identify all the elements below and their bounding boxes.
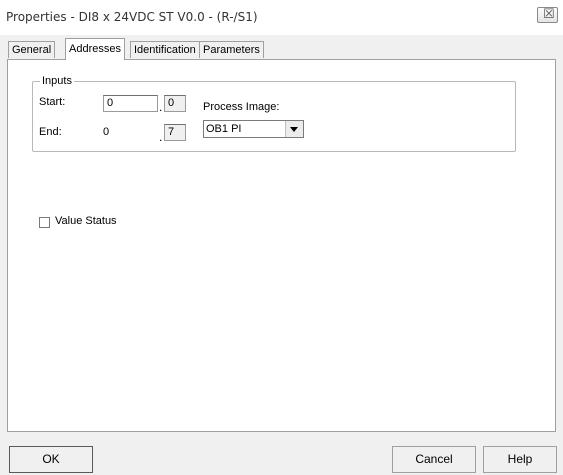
tab-parameters[interactable]: Parameters (199, 41, 264, 58)
end-byte-value: 0 (103, 126, 110, 138)
dropdown-arrow-icon[interactable] (285, 121, 303, 137)
tab-strip: General Addresses Identification Paramet… (0, 35, 563, 60)
value-status-label[interactable]: Value Status (55, 215, 117, 227)
start-byte-field[interactable]: 0 (103, 95, 158, 112)
start-label: Start: (39, 96, 66, 108)
end-bit-field[interactable]: 7 (164, 124, 186, 141)
inputs-group-title: Inputs (40, 75, 74, 87)
tab-addresses[interactable]: Addresses (65, 38, 125, 60)
value-status-checkbox[interactable] (39, 217, 50, 228)
process-image-label: Process Image: (203, 101, 280, 113)
addresses-panel: Inputs Start: 0 . 0 End: 0 . 7 Process I… (7, 59, 556, 432)
button-bar: OK Cancel Help (0, 443, 563, 475)
cancel-button[interactable]: Cancel (392, 446, 476, 473)
close-button[interactable]: ☒ (537, 7, 558, 23)
tab-identification[interactable]: Identification (130, 41, 200, 58)
start-separator: . (159, 100, 163, 114)
end-separator: . (159, 130, 163, 144)
process-image-select[interactable]: OB1 PI (203, 120, 304, 138)
window-title: Properties - DI8 x 24VDC ST V0.0 - (R-/S… (6, 10, 258, 24)
title-bar: Properties - DI8 x 24VDC ST V0.0 - (R-/S… (0, 0, 563, 35)
start-bit-field[interactable]: 0 (164, 95, 186, 112)
ok-button[interactable]: OK (9, 446, 93, 473)
inputs-group: Inputs (32, 75, 516, 152)
close-icon: ☒ (543, 7, 555, 22)
dialog-client: General Addresses Identification Paramet… (0, 35, 563, 475)
help-button[interactable]: Help (483, 446, 557, 473)
end-label: End: (39, 126, 62, 138)
process-image-value: OB1 PI (206, 123, 242, 135)
tab-general[interactable]: General (8, 41, 56, 58)
